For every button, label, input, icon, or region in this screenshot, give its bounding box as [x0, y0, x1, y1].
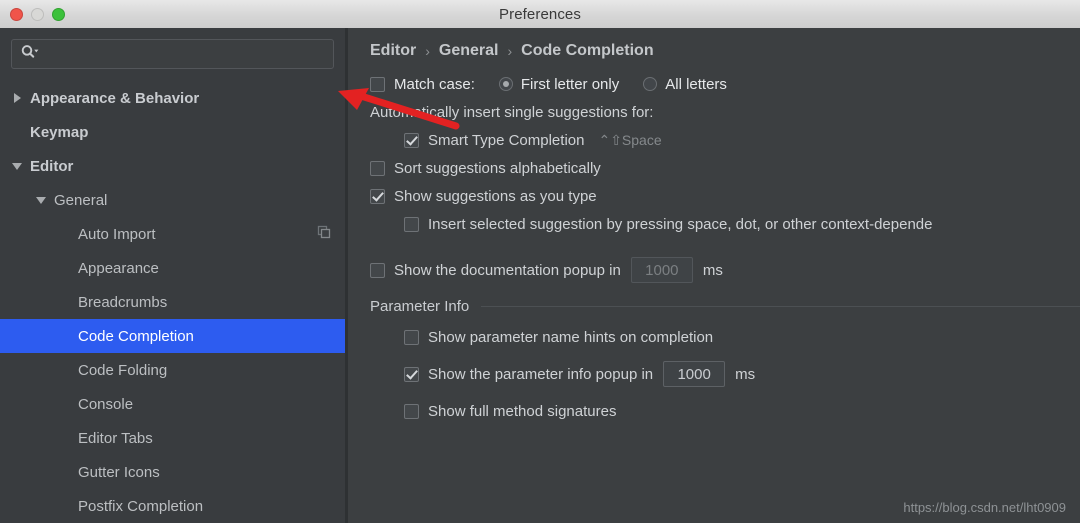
sidebar-item-appearance[interactable]: Appearance: [0, 251, 345, 285]
smart-type-completion-checkbox[interactable]: [404, 132, 419, 148]
full-method-signatures-label: Show full method signatures: [428, 402, 617, 420]
sidebar-item-gutter-icons[interactable]: Gutter Icons: [0, 455, 345, 489]
show-suggestions-checkbox[interactable]: [370, 188, 385, 204]
smart-type-completion-label: Smart Type Completion: [428, 131, 585, 149]
window-title: Preferences: [499, 5, 581, 23]
breadcrumb-separator-icon: ›: [507, 43, 513, 59]
search-icon: [20, 44, 39, 64]
sidebar-item-code-folding[interactable]: Code Folding: [0, 353, 345, 387]
section-separator: [481, 306, 1080, 307]
parameter-info-popup-label: Show the parameter info popup in: [428, 365, 654, 383]
settings-detail-panel: Editor › General › Code Completion Match…: [348, 28, 1080, 523]
minimize-button[interactable]: [31, 7, 44, 21]
all-letters-radio[interactable]: [643, 77, 658, 91]
sidebar-item-code-completion[interactable]: Code Completion: [0, 319, 345, 353]
breadcrumb-separator-icon: ›: [425, 43, 430, 59]
full-method-signatures-row[interactable]: Show full method signatures: [348, 397, 1080, 425]
chevron-down-icon[interactable]: [34, 196, 48, 204]
sidebar-item-console[interactable]: Console: [0, 387, 345, 421]
sidebar-item-label: Code Completion: [78, 327, 194, 345]
breadcrumb-item-editor[interactable]: Editor: [370, 42, 416, 60]
parameter-info-section-header: Parameter Info: [348, 298, 1080, 315]
chevron-right-icon[interactable]: [10, 93, 24, 103]
first-letter-only-radio[interactable]: [498, 77, 513, 91]
parameter-name-hints-label: Show parameter name hints on completion: [428, 328, 714, 346]
settings-tree: Appearance & Behavior Keymap Editor General…: [0, 81, 345, 523]
watermark-text: https://blog.csdn.net/lht0909: [903, 500, 1066, 515]
sidebar-item-label: Auto Import: [78, 225, 156, 243]
show-suggestions-row[interactable]: Show suggestions as you type: [348, 182, 1080, 210]
window-titlebar: Preferences: [0, 0, 1080, 29]
settings-sidebar: Appearance & Behavior Keymap Editor General…: [0, 28, 345, 523]
match-case-label: Match case:: [394, 75, 475, 93]
all-letters-label: All letters: [665, 75, 727, 93]
window-controls: [10, 0, 65, 28]
show-suggestions-label: Show suggestions as you type: [394, 187, 597, 205]
chevron-down-icon[interactable]: [10, 162, 24, 170]
breadcrumb-item-general[interactable]: General: [439, 42, 499, 60]
sort-suggestions-checkbox[interactable]: [370, 160, 385, 176]
documentation-popup-row[interactable]: Show the documentation popup in ms: [348, 256, 1080, 284]
search-input[interactable]: [43, 45, 325, 63]
search-field[interactable]: [11, 39, 334, 69]
sort-suggestions-row[interactable]: Sort suggestions alphabetically: [348, 154, 1080, 182]
documentation-popup-checkbox[interactable]: [370, 262, 385, 278]
sidebar-item-label: Breadcrumbs: [78, 293, 168, 311]
smart-type-completion-row[interactable]: Smart Type Completion ⌃⇧Space: [348, 126, 1080, 154]
zoom-button[interactable]: [52, 7, 65, 21]
breadcrumb-item-code-completion: Code Completion: [521, 42, 654, 59]
preferences-window: Preferences Appearance & Behavior Keymap E…: [0, 0, 1080, 523]
sidebar-item-label: Gutter Icons: [78, 463, 160, 481]
documentation-popup-delay-input[interactable]: [630, 257, 693, 283]
smart-type-completion-shortcut: ⌃⇧Space: [598, 131, 662, 148]
parameter-info-popup-units: ms: [735, 365, 756, 383]
sidebar-item-editor-tabs[interactable]: Editor Tabs: [0, 421, 345, 455]
settings-options: Match case: First letter only All letter…: [348, 70, 1080, 425]
sidebar-item-appearance-behavior[interactable]: Appearance & Behavior: [0, 81, 345, 115]
sidebar-item-label: Console: [78, 395, 134, 413]
sidebar-item-label: Appearance: [78, 259, 159, 277]
parameter-name-hints-checkbox[interactable]: [404, 329, 419, 345]
documentation-popup-label: Show the documentation popup in: [394, 261, 621, 279]
auto-insert-group-label: Automatically insert single suggestions …: [370, 103, 654, 121]
sidebar-item-general[interactable]: General: [0, 183, 345, 217]
parameter-info-popup-checkbox[interactable]: [404, 366, 419, 382]
parameter-info-popup-row[interactable]: Show the parameter info popup in ms: [348, 360, 1080, 388]
sidebar-item-label: Code Folding: [78, 361, 168, 379]
sidebar-item-label: Keymap: [30, 123, 89, 141]
first-letter-only-label: First letter only: [520, 75, 620, 93]
full-method-signatures-checkbox[interactable]: [404, 403, 419, 419]
sidebar-item-label: Editor Tabs: [78, 429, 153, 447]
breadcrumb: Editor › General › Code Completion: [370, 42, 1080, 60]
sidebar-item-label: Editor: [30, 157, 74, 175]
close-button[interactable]: [10, 7, 23, 21]
insert-selected-suggestion-checkbox[interactable]: [404, 216, 419, 232]
parameter-name-hints-row[interactable]: Show parameter name hints on completion: [348, 323, 1080, 351]
match-case-all-letters-option[interactable]: All letters: [643, 76, 727, 93]
insert-selected-suggestion-row[interactable]: Insert selected suggestion by pressing s…: [348, 210, 1080, 238]
sidebar-item-editor[interactable]: Editor: [0, 149, 345, 183]
match-case-first-letter-option[interactable]: First letter only: [498, 75, 620, 93]
documentation-popup-units: ms: [702, 261, 723, 279]
sidebar-item-keymap[interactable]: Keymap: [0, 115, 345, 149]
sidebar-item-postfix-completion[interactable]: Postfix Completion: [0, 489, 345, 523]
sidebar-item-label: Postfix Completion: [78, 497, 204, 515]
sort-suggestions-label: Sort suggestions alphabetically: [394, 159, 601, 177]
match-case-checkbox[interactable]: [370, 76, 385, 92]
copy-icon[interactable]: [317, 225, 331, 243]
sidebar-item-auto-import[interactable]: Auto Import: [0, 217, 345, 251]
sidebar-item-label: General: [54, 191, 108, 209]
sidebar-item-label: Appearance & Behavior: [30, 89, 200, 107]
insert-selected-suggestion-label: Insert selected suggestion by pressing s…: [428, 215, 933, 233]
parameter-info-popup-delay-input[interactable]: [663, 361, 726, 387]
match-case-row: Match case: First letter only All letter…: [348, 70, 1080, 98]
auto-insert-group-label-row: Automatically insert single suggestions …: [348, 98, 1080, 126]
sidebar-item-breadcrumbs[interactable]: Breadcrumbs: [0, 285, 345, 319]
parameter-info-section-title: Parameter Info: [370, 298, 470, 315]
